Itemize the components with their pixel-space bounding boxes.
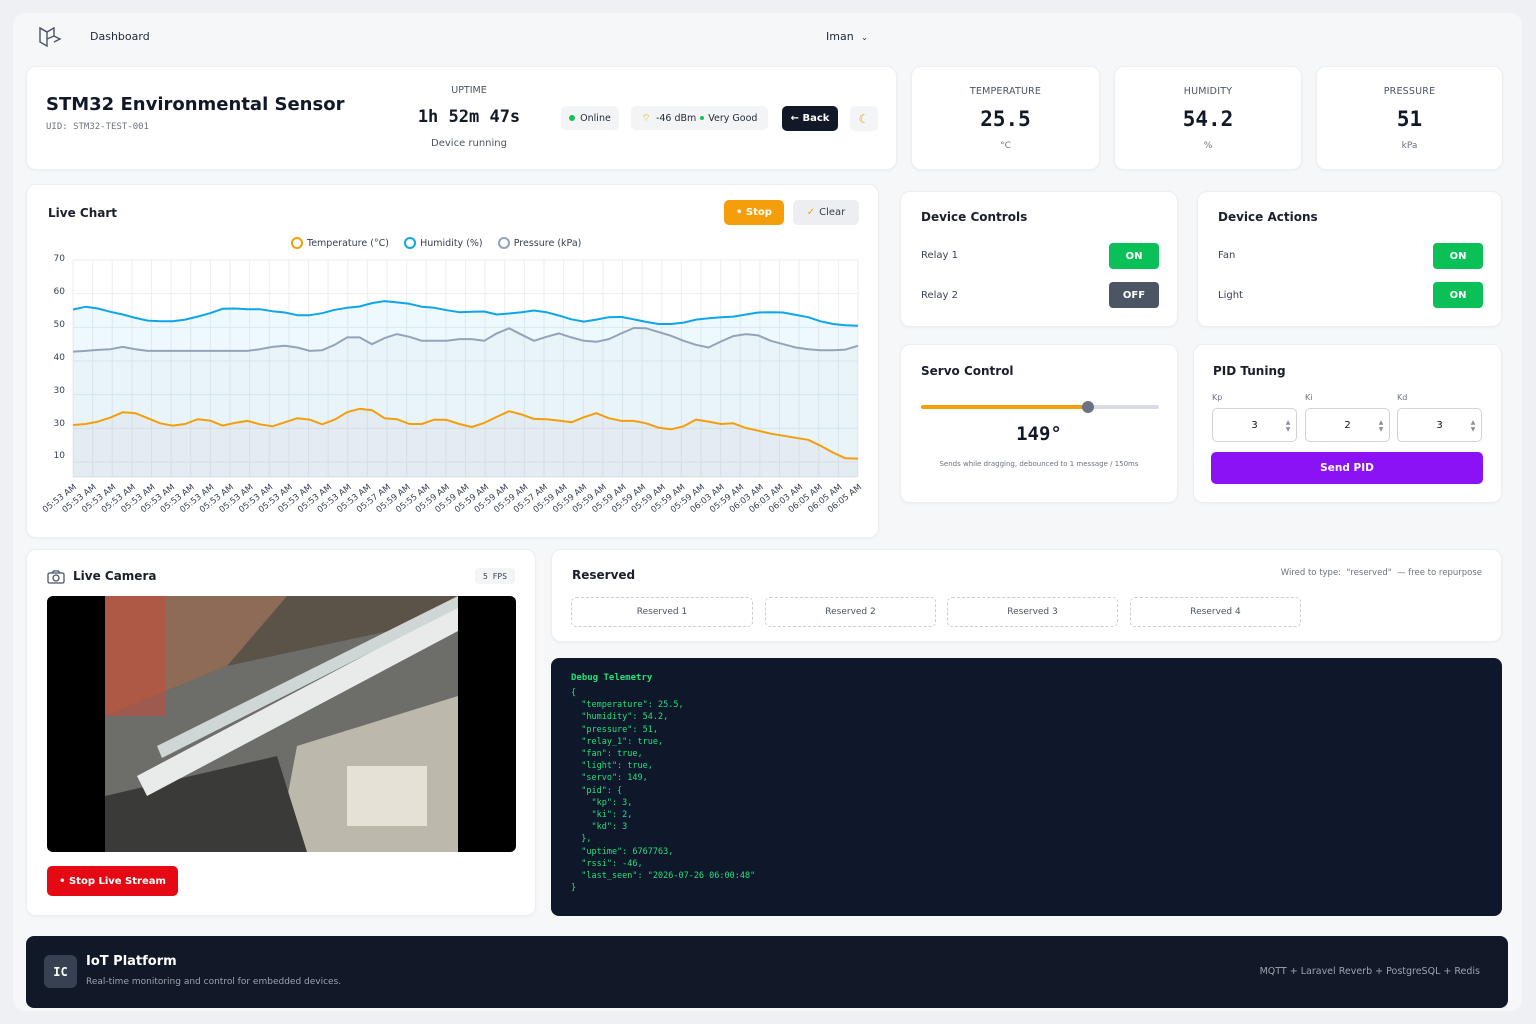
humidity-value: 54.2 [1182, 107, 1234, 131]
signal-dot-icon [700, 116, 705, 120]
pressure-card: PRESSURE 51 kPa [1316, 66, 1503, 170]
device-header-card: STM32 Environmental Sensor UID: STM32-TE… [26, 66, 897, 170]
uptime-status: Device running [431, 138, 507, 149]
reserved-slot-2[interactable]: Reserved 2 [765, 597, 936, 627]
back-button[interactable]: ← Back [782, 106, 838, 131]
humidity-label: HUMIDITY [1183, 86, 1233, 97]
status-badge: Online [561, 106, 619, 130]
kp-value: 3 [1251, 419, 1258, 431]
kd-stepper-icon[interactable]: ▲ ▼ [1469, 419, 1477, 433]
pressure-value: 51 [1396, 107, 1423, 131]
wifi-icon: ⌔ [641, 112, 651, 124]
device-controls-title: Device Controls [921, 210, 1028, 224]
fps-badge: 5 FPS [475, 568, 515, 584]
live-camera-title: Live Camera [73, 569, 157, 583]
temperature-unit: °C [1000, 141, 1011, 151]
pid-tuning-title: PID Tuning [1213, 364, 1286, 378]
device-name: STM32 Environmental Sensor [46, 94, 345, 115]
kd-label: Kd [1397, 393, 1408, 402]
live-camera-card: Live Camera 5 FPS • Stop Live Stream [26, 549, 536, 916]
camera-feed-image [105, 596, 458, 852]
fan-toggle[interactable]: ON [1433, 243, 1483, 269]
reserved-slot-3[interactable]: Reserved 3 [947, 597, 1118, 627]
servo-slider-thumb[interactable] [1081, 401, 1094, 413]
device-uid: UID: STM32-TEST-001 [46, 122, 149, 132]
stop-live-stream-button[interactable]: • Stop Live Stream [47, 866, 178, 896]
signal-badge: ⌔ -46 dBm Very Good [631, 106, 768, 130]
reserved-slot-4[interactable]: Reserved 4 [1130, 597, 1301, 627]
footer-subtitle: Real-time monitoring and control for emb… [86, 977, 342, 987]
device-controls-card: Device Controls Relay 1 ON Relay 2 OFF [900, 191, 1178, 327]
temperature-card: TEMPERATURE 25.5 °C [911, 66, 1100, 170]
device-actions-title: Device Actions [1218, 210, 1318, 224]
relay-2-label: Relay 2 [921, 290, 959, 301]
reserved-slot-1[interactable]: Reserved 1 [571, 597, 753, 627]
footer-title: IoT Platform [86, 954, 177, 969]
humidity-card: HUMIDITY 54.2 % [1114, 66, 1302, 170]
signal-quality: Very Good [708, 112, 758, 124]
kp-input[interactable]: 3 ▲ ▼ [1212, 408, 1297, 442]
pid-tuning-card: PID Tuning Kp Ki Kd 3 ▲ ▼ 2 ▲ ▼ 3 ▲ ▼ Send … [1193, 344, 1502, 503]
app-shell: Dashboard Iman ⌄ STM32 Environmental Sen… [13, 13, 1522, 1011]
theme-toggle-moon-icon[interactable]: ☾ [850, 106, 878, 131]
chevron-down-icon: ⌄ [861, 33, 868, 42]
fan-label: Fan [1218, 250, 1236, 261]
device-actions-card: Device Actions Fan ON Light ON [1197, 191, 1502, 327]
camera-stream-frame[interactable] [47, 596, 516, 852]
servo-slider[interactable] [921, 400, 1159, 414]
reserved-title: Reserved [572, 568, 636, 582]
live-chart-plot: 05:53 AM05:53 AM05:53 AM05:53 AM05:53 AM… [41, 259, 864, 515]
temperature-label: TEMPERATURE [969, 86, 1042, 97]
ki-input[interactable]: 2 ▲ ▼ [1305, 408, 1390, 442]
nav-dashboard-link[interactable]: Dashboard [90, 30, 150, 43]
relay-2-toggle[interactable]: OFF [1109, 282, 1159, 308]
uptime-value: 1h 52m 47s [417, 107, 521, 127]
ki-stepper-icon[interactable]: ▲ ▼ [1377, 419, 1385, 433]
reserved-note: Wired to type: "reserved" — free to repu… [1280, 568, 1482, 578]
pressure-label: PRESSURE [1383, 86, 1436, 97]
ki-value: 2 [1344, 419, 1351, 431]
pressure-unit: kPa [1401, 141, 1418, 151]
kp-label: Kp [1212, 393, 1223, 402]
status-text: Online [580, 112, 611, 124]
send-pid-button[interactable]: Send PID [1211, 452, 1483, 484]
user-menu[interactable]: Iman ⌄ [826, 30, 868, 43]
light-label: Light [1218, 290, 1243, 301]
signal-strength: -46 dBm [655, 112, 697, 124]
reserved-card: Reserved Wired to type: "reserved" — fre… [551, 549, 1502, 642]
light-toggle[interactable]: ON [1433, 282, 1483, 308]
footer: IC IoT Platform Real-time monitoring and… [26, 936, 1508, 1008]
servo-angle-value: 149° [1016, 423, 1062, 445]
kd-value: 3 [1436, 419, 1443, 431]
servo-note: Sends while dragging, debounced to 1 mes… [939, 460, 1139, 468]
status-dot-icon [569, 115, 576, 121]
humidity-unit: % [1203, 141, 1213, 151]
debug-telemetry-title: Debug Telemetry [571, 673, 653, 683]
debug-telemetry-panel: Debug Telemetry { "temperature": 25.5, "… [551, 658, 1502, 916]
footer-tech-stack: MQTT + Laravel Reverb + PostgreSQL + Red… [1259, 966, 1480, 977]
live-chart-card: Live Chart • Stop ✓ Clear Temperature (°… [26, 184, 879, 538]
servo-slider-fill [921, 405, 1088, 409]
servo-control-card: Servo Control 149° Sends while dragging,… [900, 344, 1178, 503]
footer-badge: IC [44, 955, 77, 988]
user-name: Iman [826, 30, 854, 43]
uptime-label: UPTIME [451, 85, 487, 96]
servo-control-title: Servo Control [921, 364, 1014, 378]
kd-input[interactable]: 3 ▲ ▼ [1397, 408, 1482, 442]
kp-stepper-icon[interactable]: ▲ ▼ [1284, 419, 1292, 433]
camera-icon [47, 569, 65, 584]
debug-telemetry-json: { "temperature": 25.5, "humidity": 54.2,… [571, 688, 756, 894]
ki-label: Ki [1305, 393, 1313, 402]
temperature-value: 25.5 [980, 107, 1031, 131]
app-logo-icon[interactable] [37, 24, 63, 50]
relay-1-toggle[interactable]: ON [1109, 243, 1159, 269]
relay-1-label: Relay 1 [921, 250, 959, 261]
